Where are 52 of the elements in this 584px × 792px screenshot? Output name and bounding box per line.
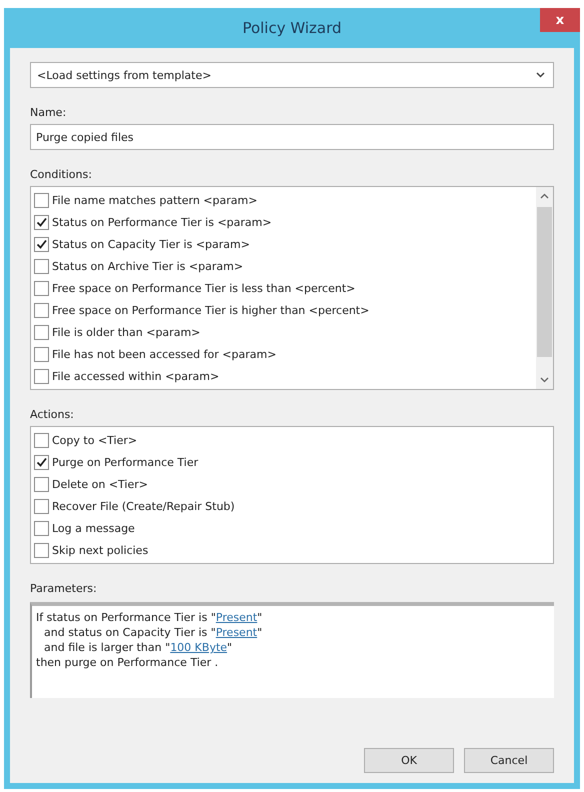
parameter-line: then purge on Performance Tier .: [36, 655, 220, 670]
condition-label: Status on Capacity Tier is <param>: [52, 238, 250, 250]
scroll-up-icon[interactable]: [540, 193, 549, 199]
checkbox[interactable]: [34, 498, 49, 514]
action-label: Purge on Performance Tier: [52, 456, 198, 468]
checkbox[interactable]: [34, 520, 49, 536]
conditions-label: Conditions:: [30, 168, 93, 181]
checkbox[interactable]: [34, 258, 49, 274]
checkbox[interactable]: [34, 476, 49, 492]
scroll-down-icon[interactable]: [540, 377, 549, 383]
checkbox[interactable]: [34, 368, 49, 384]
checkbox[interactable]: [34, 432, 49, 448]
checkbox[interactable]: [34, 192, 49, 208]
name-field[interactable]: Purge copied files: [30, 124, 554, 150]
action-label: Log a message: [52, 522, 135, 534]
checkbox[interactable]: [34, 324, 49, 340]
dialog-button[interactable]: Cancel: [464, 748, 554, 773]
checkbox[interactable]: [34, 280, 49, 296]
checkbox[interactable]: [34, 214, 49, 230]
condition-label: File is older than <param>: [52, 326, 200, 338]
parameter-link[interactable]: 100 KByte: [170, 641, 228, 654]
checkbox[interactable]: [34, 236, 49, 252]
scroll-thumb[interactable]: [537, 207, 552, 357]
condition-label: File has not been accessed for <param>: [52, 348, 276, 360]
action-label: Recover File (Create/Repair Stub): [52, 500, 235, 512]
parameter-link[interactable]: Present: [216, 626, 258, 639]
action-label: Delete on <Tier>: [52, 478, 148, 490]
template-dropdown[interactable]: <Load settings from template>: [30, 62, 554, 88]
action-label: Copy to <Tier>: [52, 434, 138, 446]
parameters-label: Parameters:: [30, 582, 98, 595]
condition-label: File accessed within <param>: [52, 370, 220, 382]
parameter-line: and status on Capacity Tier is "Present": [43, 625, 264, 640]
condition-label: Status on Performance Tier is <param>: [52, 216, 272, 228]
parameter-link[interactable]: Present: [216, 611, 258, 624]
close-button[interactable]: x: [540, 8, 580, 32]
condition-label: Free space on Performance Tier is higher than <percent>: [52, 304, 370, 316]
checkbox[interactable]: [34, 302, 49, 318]
parameter-line: and file is larger than "100 KByte": [43, 640, 234, 655]
checkbox[interactable]: [34, 454, 49, 470]
actions-label: Actions:: [30, 408, 75, 421]
condition-label: Status on Archive Tier is <param>: [52, 260, 244, 272]
window-title: Policy Wizard: [242, 19, 342, 37]
caret-icon: [536, 72, 545, 78]
checkbox[interactable]: [34, 346, 49, 362]
scrollbar[interactable]: [536, 187, 553, 389]
condition-label: File name matches pattern <param>: [52, 194, 258, 206]
name-label: Name:: [30, 106, 68, 119]
dialog-button[interactable]: OK: [364, 748, 454, 773]
parameter-line: If status on Performance Tier is "Present": [36, 610, 264, 625]
action-label: Skip next policies: [52, 544, 148, 556]
condition-label: Free space on Performance Tier is less than <percent>: [52, 282, 356, 294]
checkbox[interactable]: [34, 542, 49, 558]
